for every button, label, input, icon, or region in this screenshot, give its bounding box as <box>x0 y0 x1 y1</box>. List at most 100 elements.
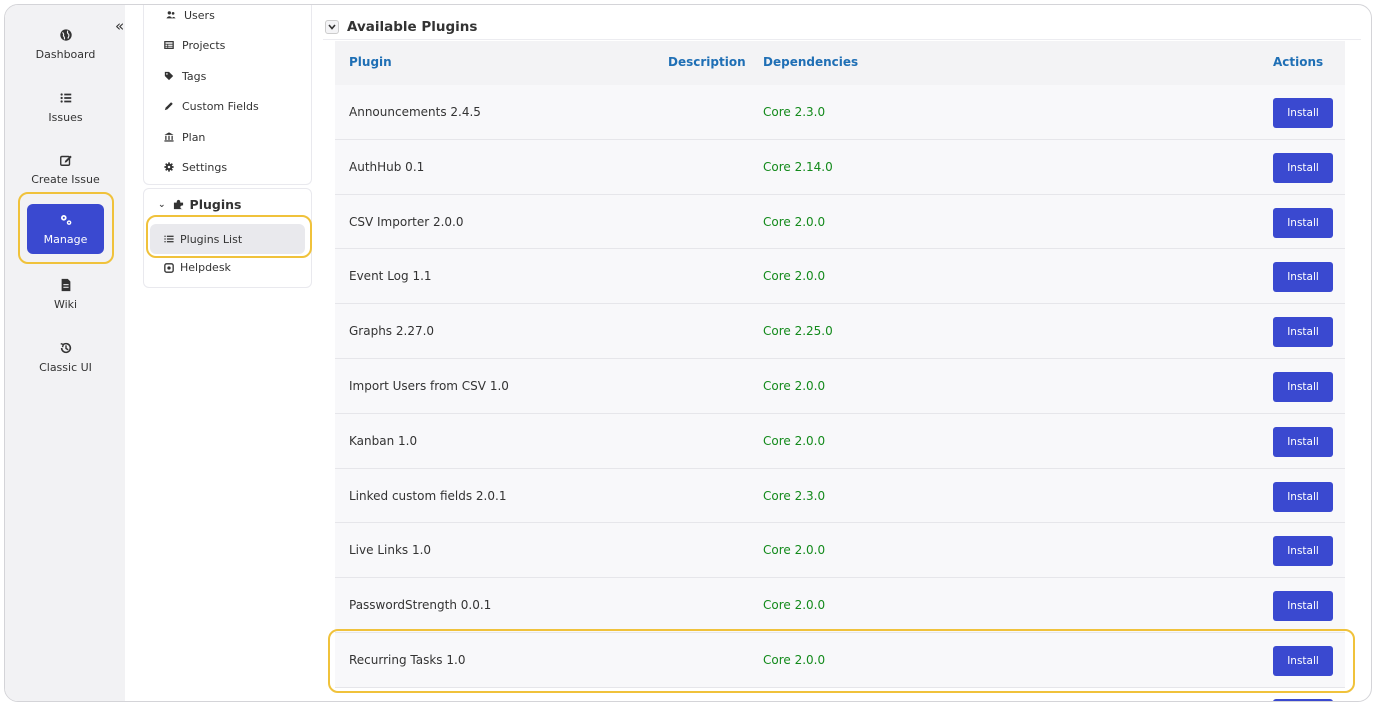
subnav-item-settings[interactable]: Settings <box>164 157 227 177</box>
install-button[interactable]: Install <box>1273 207 1333 238</box>
bank-icon <box>164 132 174 142</box>
chevron-down-icon <box>328 23 336 30</box>
table-row: CSV Importer 2.0.0 Core 2.0.0 Install <box>335 194 1345 250</box>
subnav-item-label: Tags <box>182 69 207 83</box>
recurring-tasks-highlight <box>328 629 1355 693</box>
rail-item-dashboard[interactable]: Dashboard <box>27 19 104 69</box>
table-row: Announcements 2.4.5 Core 2.3.0 Install <box>335 85 1345 140</box>
puzzle-icon <box>173 199 183 210</box>
list-icon <box>59 92 71 103</box>
plugin-name: Graphs 2.27.0 <box>349 324 435 339</box>
plugin-dependency: Core 2.14.0 <box>763 159 833 174</box>
manage-subnav: Users Projects Tags Custom Fields Plan S… <box>143 5 312 185</box>
subnav-item-label: Settings <box>182 160 228 174</box>
plugin-name: Linked custom fields 2.0.1 <box>349 488 507 503</box>
plugins-section-header[interactable]: ⌄ Plugins <box>158 197 241 212</box>
table-row: Event Log 1.1 Core 2.0.0 Install <box>335 249 1345 305</box>
plugins-list-highlight <box>146 215 312 258</box>
install-button[interactable]: Install <box>1273 317 1333 348</box>
chevron-down-icon: ⌄ <box>158 199 166 210</box>
plugin-name: CSV Importer 2.0.0 <box>349 214 464 229</box>
subnav-item-users[interactable]: Users <box>166 5 215 25</box>
column-header-plugin[interactable]: Plugin <box>349 55 392 69</box>
lifebuoy-icon <box>164 262 174 273</box>
plugin-name: Live Links 1.0 <box>349 543 432 558</box>
main-rail: « Dashboard Issues Create Issue Manage W… <box>5 5 125 701</box>
rail-item-manage[interactable]: Manage <box>27 204 104 254</box>
subnav-item-plan[interactable]: Plan <box>164 127 205 147</box>
section-title: Available Plugins <box>347 18 478 35</box>
rail-item-create-issue[interactable]: Create Issue <box>27 144 104 194</box>
plugin-dependency: Core 2.3.0 <box>763 105 826 119</box>
plugin-dependency: Core 2.0.0 <box>763 598 826 613</box>
rail-item-label: Classic UI <box>39 360 92 374</box>
table-row: Linked custom fields 2.0.1 Core 2.3.0 Inst… <box>335 468 1345 524</box>
subnav-item-custom-fields[interactable]: Custom Fields <box>164 96 259 116</box>
column-header-actions: Actions <box>1273 55 1324 69</box>
install-button[interactable]: Install <box>1273 536 1333 567</box>
rail-item-issues[interactable]: Issues <box>27 82 104 132</box>
table-row: Graphs 2.27.0 Core 2.25.0 Install <box>335 304 1345 359</box>
app-window: « Dashboard Issues Create Issue Manage W… <box>4 4 1372 702</box>
subnav-item-label: Users <box>184 8 215 22</box>
rail-item-label: Create Issue <box>31 172 100 186</box>
install-button[interactable]: Install <box>1273 152 1333 183</box>
install-button[interactable]: Install <box>1273 591 1333 622</box>
table-row: Import Users from CSV 1.0 Core 2.0.0 Insta… <box>335 358 1345 414</box>
table-row: PasswordStrength 0.0.1 Core 2.0.0 Install <box>335 578 1345 633</box>
tag-icon <box>164 71 174 81</box>
subnav-item-tags[interactable]: Tags <box>164 66 206 86</box>
plugin-dependency: Core 2.0.0 <box>763 543 826 558</box>
subnav-item-label: Helpdesk <box>180 261 231 274</box>
globe-icon <box>59 28 72 41</box>
users-icon <box>166 11 176 19</box>
rail-item-label: Manage <box>43 232 88 246</box>
pencil-icon <box>164 102 173 111</box>
plugin-name: Event Log 1.1 <box>349 269 432 284</box>
table-row: Kanban 1.0 Core 2.0.0 Install <box>335 413 1345 469</box>
plugin-name: Import Users from CSV 1.0 <box>349 378 509 393</box>
rail-item-label: Wiki <box>53 297 78 311</box>
available-plugins-header: Available Plugins <box>323 14 1361 40</box>
install-button[interactable]: Install <box>1273 426 1333 457</box>
section-collapse-toggle[interactable] <box>325 19 339 34</box>
install-button[interactable]: Install <box>1273 98 1333 128</box>
plugin-name: PasswordStrength 0.0.1 <box>349 598 492 613</box>
table-icon <box>164 41 174 49</box>
gears-icon <box>60 214 71 225</box>
collapse-sidebar-icon[interactable]: « <box>115 19 124 34</box>
plugins-table: Plugin Description Dependencies Actions … <box>335 41 1345 688</box>
table-row: Live Links 1.0 Core 2.0.0 Install <box>335 523 1345 579</box>
install-button[interactable]: Install <box>1273 481 1333 512</box>
edit-icon <box>59 155 72 166</box>
main-content: Available Plugins Plugin Description Dep… <box>323 5 1371 701</box>
plugin-name: Announcements 2.4.5 <box>349 105 481 119</box>
rail-item-wiki[interactable]: Wiki <box>27 269 104 319</box>
subnav-item-helpdesk[interactable]: Helpdesk <box>164 261 231 274</box>
subnav-item-label: Custom Fields <box>182 99 259 113</box>
table-header: Plugin Description Dependencies Actions <box>335 41 1345 85</box>
rail-item-label: Dashboard <box>35 47 96 61</box>
history-icon <box>60 342 71 353</box>
gear-icon <box>164 162 174 172</box>
plugin-name: Kanban 1.0 <box>349 433 418 448</box>
subnav-item-label: Plan <box>182 130 206 144</box>
column-header-description[interactable]: Description <box>668 55 746 69</box>
document-icon <box>61 278 70 291</box>
subnav-item-projects[interactable]: Projects <box>164 35 225 55</box>
install-button[interactable]: Install <box>1273 262 1333 293</box>
plugin-dependency: Core 2.0.0 <box>763 433 826 448</box>
plugin-dependency: Core 2.0.0 <box>763 378 826 393</box>
install-button[interactable]: Install <box>1273 371 1333 402</box>
rail-item-classic-ui[interactable]: Classic UI <box>27 332 104 382</box>
plugin-dependency: Core 2.3.0 <box>763 488 826 503</box>
rail-item-label: Issues <box>48 110 83 124</box>
subnav-item-label: Projects <box>182 38 226 52</box>
install-button-partial[interactable] <box>1273 699 1333 701</box>
plugins-section-title: Plugins <box>189 197 242 212</box>
plugin-dependency: Core 2.25.0 <box>763 324 833 339</box>
plugin-name: AuthHub 0.1 <box>349 159 425 174</box>
table-row: AuthHub 0.1 Core 2.14.0 Install <box>335 139 1345 195</box>
plugin-dependency: Core 2.0.0 <box>763 269 826 284</box>
column-header-dependencies[interactable]: Dependencies <box>763 55 858 69</box>
